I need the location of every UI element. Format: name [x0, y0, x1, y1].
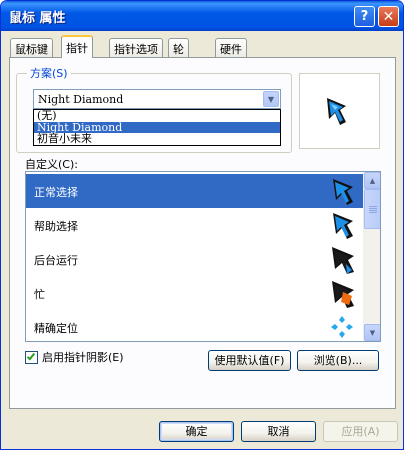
pointer-shadow-checkbox-row[interactable]: 启用指针阴影(E) [25, 349, 124, 365]
scroll-thumb[interactable] [364, 189, 380, 229]
pointer-shadow-label: 启用指针阴影(E) [42, 351, 124, 364]
tab-wheel[interactable]: 轮 [168, 38, 189, 57]
chevron-down-icon: ▼ [369, 328, 376, 337]
tab-pointer-options[interactable]: 指针选项 [109, 38, 163, 57]
pointer-shadow-checkbox[interactable] [25, 350, 38, 364]
busy-cursor-icon [332, 281, 354, 308]
cursor-preview [299, 73, 380, 149]
scheme-combobox[interactable]: Night Diamond ▼ [33, 89, 281, 109]
close-icon: ✕ [382, 8, 395, 25]
list-item[interactable]: 正常选择 [26, 174, 363, 208]
cursor-list[interactable]: 正常选择 帮助选择 后台运行 忙 精确定位 ▲ ▼ [25, 171, 381, 342]
cancel-button[interactable]: 取消 [241, 421, 316, 442]
apply-button[interactable]: 应用(A) [323, 421, 398, 442]
tab-buttons[interactable]: 鼠标键 [10, 38, 53, 57]
arrow-cursor-icon [327, 98, 346, 125]
scheme-option-miku[interactable]: 初音小未来 [34, 133, 280, 145]
list-item[interactable]: 忙 [26, 276, 363, 310]
title-bar[interactable]: 鼠标 属性 ? ✕ [1, 1, 403, 31]
scheme-selected-value: Night Diamond [38, 93, 124, 106]
list-item[interactable]: 帮助选择 [26, 208, 363, 242]
mouse-properties-dialog: 鼠标 属性 ? ✕ 鼠标键 指针 指针选项 轮 硬件 方案(S) Night D… [0, 0, 404, 450]
browse-button[interactable]: 浏览(B)... [297, 350, 379, 371]
ok-button[interactable]: 确定 [159, 421, 234, 442]
close-button[interactable]: ✕ [378, 6, 399, 27]
customize-label: 自定义(C): [25, 158, 78, 171]
scheme-option-night-diamond[interactable]: Night Diamond [34, 121, 280, 133]
working-cursor-icon [332, 247, 354, 274]
tab-hardware[interactable]: 硬件 [215, 38, 247, 57]
scroll-up-button[interactable]: ▲ [364, 172, 380, 189]
list-item[interactable]: 精确定位 [26, 310, 363, 341]
list-scrollbar[interactable]: ▲ ▼ [363, 172, 380, 341]
list-item[interactable]: 后台运行 [26, 242, 363, 276]
arrow-cursor-icon [333, 179, 353, 205]
use-default-button[interactable]: 使用默认值(F) [208, 350, 291, 371]
checkmark-icon [26, 351, 36, 360]
chevron-up-icon: ▲ [369, 176, 376, 185]
help-button[interactable]: ? [354, 6, 375, 27]
chevron-down-icon[interactable]: ▼ [263, 91, 279, 107]
crosshair-cursor-icon [331, 316, 353, 338]
tab-pointers[interactable]: 指针 [61, 35, 93, 58]
help-icon: ? [360, 9, 369, 24]
scheme-option-none[interactable]: (无) [34, 110, 280, 122]
scheme-label: 方案(S) [27, 65, 71, 81]
scroll-down-button[interactable]: ▼ [364, 324, 380, 341]
scheme-dropdown-list[interactable]: (无) Night Diamond 初音小未来 [33, 109, 281, 146]
help-cursor-icon [333, 213, 353, 239]
window-title: 鼠标 属性 [9, 11, 66, 26]
